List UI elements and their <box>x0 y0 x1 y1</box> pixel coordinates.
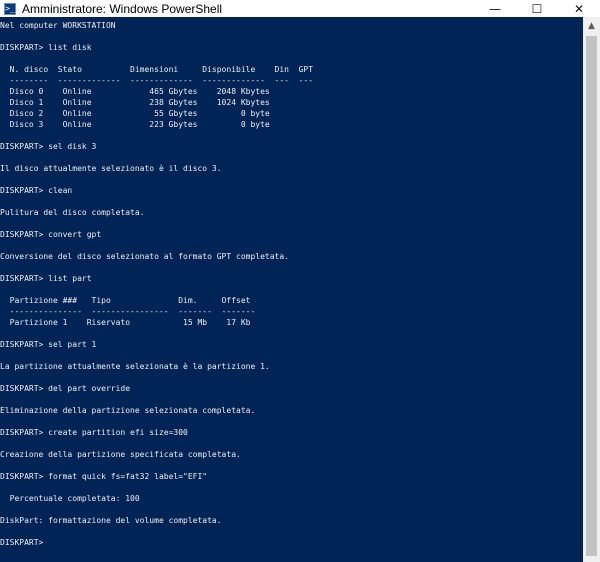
powershell-window: >_ Amministratore: Windows PowerShell — … <box>0 0 600 562</box>
powershell-icon[interactable]: >_ <box>4 2 16 15</box>
close-button[interactable]: ✕ <box>558 0 600 17</box>
maximize-button[interactable]: ☐ <box>516 0 558 17</box>
minimize-icon: — <box>489 1 501 16</box>
scrollbar-thumb[interactable] <box>586 36 597 556</box>
scroll-up-arrow-icon[interactable]: ▲ <box>583 17 600 34</box>
vertical-scrollbar[interactable]: ▲ <box>583 17 600 562</box>
minimize-button[interactable]: — <box>474 0 516 17</box>
window-controls: — ☐ ✕ <box>474 0 600 17</box>
console-output-area[interactable]: Nel computer WORKSTATION DISKPART> list … <box>0 17 583 562</box>
close-icon: ✕ <box>573 1 585 16</box>
title-bar[interactable]: >_ Amministratore: Windows PowerShell — … <box>0 0 600 17</box>
powershell-icon-glyph: >_ <box>5 3 15 13</box>
maximize-icon: ☐ <box>531 1 543 16</box>
window-title: Amministratore: Windows PowerShell <box>22 1 223 16</box>
console-text: Nel computer WORKSTATION DISKPART> list … <box>0 21 314 547</box>
